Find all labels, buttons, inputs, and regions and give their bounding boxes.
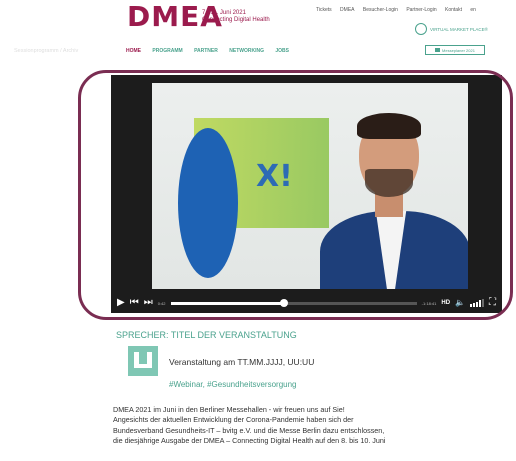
dmea-u-icon xyxy=(134,352,152,368)
vmp-label: VIRTUAL MARKET PLACE® xyxy=(430,26,488,32)
nav-home[interactable]: HOME xyxy=(126,48,141,54)
logo-subtitle: 7.–11. Juni 2021 Connecting Digital Heal… xyxy=(202,10,270,24)
top-link-partner-login[interactable]: Partner-Login xyxy=(406,7,436,13)
top-link-tickets[interactable]: Tickets xyxy=(316,7,332,13)
marketplace-icon xyxy=(415,23,427,35)
main-nav: HOME PROGRAMM PARTNER NETWORKING JOBS xyxy=(126,48,299,54)
nav-jobs[interactable]: JOBS xyxy=(275,48,289,54)
messeplaner-label: Messeplaner 2021 xyxy=(442,47,475,53)
breadcrumb[interactable]: Sessionprogramm / Archiv xyxy=(14,48,78,54)
highlight-frame xyxy=(78,70,513,320)
logo-date: 7.–11. Juni 2021 xyxy=(202,10,246,16)
nav-networking[interactable]: NETWORKING xyxy=(229,48,264,54)
event-description: DMEA 2021 im Juni in den Berliner Messeh… xyxy=(113,405,508,446)
calendar-icon xyxy=(435,48,441,52)
top-links: Tickets DMEA Besucher-Login Partner-Logi… xyxy=(316,7,483,13)
event-thumbnail xyxy=(128,346,158,376)
top-link-kontakt[interactable]: Kontakt xyxy=(445,7,462,13)
section-title: SPRECHER: TITEL DER VERANSTALTUNG xyxy=(116,330,297,340)
top-link-dmea[interactable]: DMEA xyxy=(340,7,354,13)
virtual-market-place-link[interactable]: VIRTUAL MARKET PLACE® xyxy=(415,23,488,35)
event-tags[interactable]: #Webinar, #Gesundheitsversorgung xyxy=(169,380,297,389)
top-link-besucher-login[interactable]: Besucher-Login xyxy=(363,7,398,13)
description-line: Angesichts der aktuellen Entwicklung der… xyxy=(113,415,354,425)
logo-tagline: Connecting Digital Health xyxy=(202,17,270,23)
nav-programm[interactable]: PROGRAMM xyxy=(152,48,182,54)
event-date: Veranstaltung am TT.MM.JJJJ, UU:UU xyxy=(169,357,315,367)
language-switch[interactable]: en xyxy=(470,7,476,13)
messeplaner-button[interactable]: Messeplaner 2021 xyxy=(425,45,485,55)
description-line: die diesjährige Ausgabe der DMEA – Conne… xyxy=(113,435,386,445)
nav-partner[interactable]: PARTNER xyxy=(194,48,218,54)
description-line: Bundesverband Gesundheits-IT – bvitg e.V… xyxy=(113,425,385,435)
description-line: DMEA 2021 im Juni in den Berliner Messeh… xyxy=(113,405,345,414)
